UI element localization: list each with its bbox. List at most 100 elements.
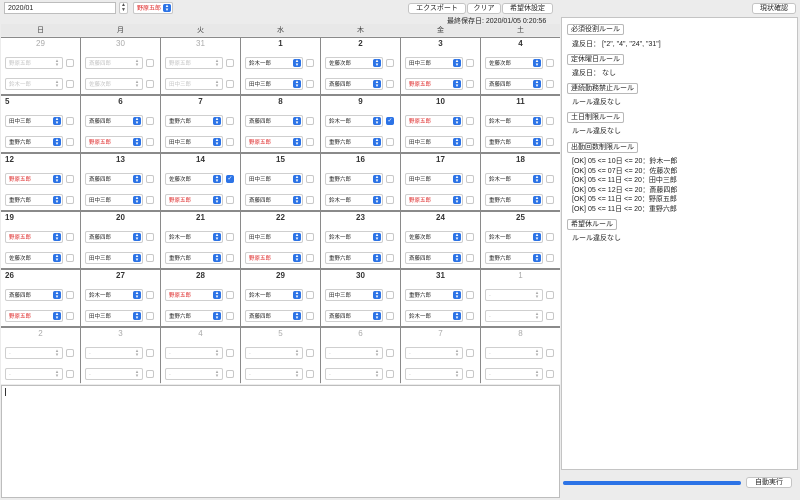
staff-dropdown[interactable]: 野原五郎 ▴ ▾ [5,57,63,69]
staff-dropdown[interactable]: 鈴木一郎 ▴ ▾ [325,194,383,206]
staff-dropdown[interactable]: 野原五郎 ▴ ▾ [165,57,223,69]
holiday-checkbox[interactable] [146,370,154,378]
staff-dropdown[interactable]: 重野六郎 ▴ ▾ [325,173,383,185]
staff-dropdown[interactable]: 鈴木一郎 ▴ ▾ [5,78,63,90]
staff-dropdown[interactable]: 斎藤四郎 ▴ ▾ [85,115,143,127]
staff-dropdown[interactable]: 佐藤次郎 ▴ ▾ [165,173,223,185]
staff-dropdown[interactable]: 重野六郎 ▴ ▾ [485,136,543,148]
check-status-button[interactable]: 現状確認 [752,3,796,14]
holiday-checkbox[interactable] [146,349,154,357]
holiday-checkbox[interactable] [66,370,74,378]
holiday-checkbox[interactable] [466,80,474,88]
staff-dropdown[interactable]: 斎藤四郎 ▴ ▾ [245,115,303,127]
holiday-checkbox[interactable] [466,254,474,262]
holiday-checkbox[interactable] [66,175,74,183]
holiday-checkbox[interactable] [386,233,394,241]
holiday-checkbox[interactable] [66,291,74,299]
staff-dropdown[interactable]: - ▴ ▾ [5,368,63,380]
holiday-checkbox[interactable] [226,370,234,378]
holiday-checkbox[interactable] [306,370,314,378]
staff-dropdown[interactable]: 斎藤四郎 ▴ ▾ [485,78,543,90]
holiday-checkbox[interactable] [546,138,554,146]
staff-dropdown[interactable]: - ▴ ▾ [485,289,543,301]
staff-dropdown[interactable]: - ▴ ▾ [245,368,303,380]
holiday-checkbox[interactable] [146,175,154,183]
auto-run-button[interactable]: 自動実行 [746,477,792,488]
holiday-checkbox[interactable] [226,80,234,88]
holiday-checkbox[interactable] [66,233,74,241]
holiday-checkbox[interactable] [386,138,394,146]
staff-dropdown[interactable]: - ▴ ▾ [485,347,543,359]
staff-dropdown[interactable]: 田中三郎 ▴ ▾ [405,136,463,148]
staff-dropdown[interactable]: 重野六郎 ▴ ▾ [485,194,543,206]
holiday-checkbox[interactable] [306,349,314,357]
holiday-checkbox[interactable] [146,233,154,241]
holiday-checkbox[interactable] [66,59,74,67]
staff-dropdown[interactable]: 斎藤四郎 ▴ ▾ [325,310,383,322]
staff-dropdown[interactable]: 重野六郎 ▴ ▾ [165,252,223,264]
staff-dropdown[interactable]: 鈴木一郎 ▴ ▾ [245,57,303,69]
staff-dropdown[interactable]: 鈴木一郎 ▴ ▾ [485,173,543,185]
staff-dropdown[interactable]: - ▴ ▾ [485,368,543,380]
holiday-checkbox[interactable]: ✓ [226,175,234,183]
staff-dropdown[interactable]: 鈴木一郎 ▴ ▾ [325,115,383,127]
holiday-request-rule-button[interactable]: 希望休ルール [567,219,617,230]
staff-dropdown[interactable]: 重野六郎 ▴ ▾ [165,115,223,127]
holiday-checkbox[interactable] [466,312,474,320]
holiday-setting-button[interactable]: 希望休設定 [502,3,553,14]
holiday-checkbox[interactable] [546,370,554,378]
staff-dropdown[interactable]: 斎藤四郎 ▴ ▾ [5,289,63,301]
holiday-checkbox[interactable] [146,196,154,204]
holiday-checkbox[interactable] [306,117,314,125]
staff-dropdown[interactable]: 野原五郎 ▴ ▾ [245,252,303,264]
staff-dropdown[interactable]: - ▴ ▾ [165,368,223,380]
staff-dropdown[interactable]: 鈴木一郎 ▴ ▾ [245,289,303,301]
staff-dropdown[interactable]: - ▴ ▾ [245,347,303,359]
holiday-checkbox[interactable] [66,138,74,146]
holiday-checkbox[interactable] [66,254,74,262]
holiday-checkbox[interactable] [146,138,154,146]
holiday-checkbox[interactable] [386,349,394,357]
holiday-checkbox[interactable] [546,196,554,204]
holiday-checkbox[interactable] [386,59,394,67]
holiday-checkbox[interactable] [546,175,554,183]
holiday-checkbox[interactable] [66,80,74,88]
staff-dropdown[interactable]: 田中三郎 ▴ ▾ [85,194,143,206]
month-input[interactable]: 2020/01 [4,2,116,14]
holiday-checkbox[interactable] [226,254,234,262]
holiday-checkbox[interactable] [546,349,554,357]
staff-dropdown[interactable]: 鈴木一郎 ▴ ▾ [485,231,543,243]
holiday-checkbox[interactable] [146,254,154,262]
holiday-checkbox[interactable] [466,370,474,378]
required-role-rule-button[interactable]: 必須役割ルール [567,24,624,35]
holiday-checkbox[interactable] [146,312,154,320]
staff-dropdown[interactable]: 斎藤四郎 ▴ ▾ [245,310,303,322]
holiday-checkbox[interactable] [386,370,394,378]
holiday-checkbox[interactable] [226,233,234,241]
staff-dropdown[interactable]: 田中三郎 ▴ ▾ [85,310,143,322]
staff-dropdown[interactable]: 重野六郎 ▴ ▾ [165,310,223,322]
holiday-checkbox[interactable] [306,233,314,241]
staff-dropdown[interactable]: 鈴木一郎 ▴ ▾ [325,231,383,243]
staff-dropdown[interactable]: 田中三郎 ▴ ▾ [165,136,223,148]
staff-dropdown[interactable]: 野原五郎 ▴ ▾ [405,78,463,90]
staff-dropdown[interactable]: 田中三郎 ▴ ▾ [405,173,463,185]
staff-dropdown[interactable]: 重野六郎 ▴ ▾ [485,252,543,264]
holiday-checkbox[interactable] [546,254,554,262]
staff-dropdown[interactable]: 田中三郎 ▴ ▾ [165,78,223,90]
staff-dropdown[interactable]: 野原五郎 ▴ ▾ [85,136,143,148]
staff-dropdown[interactable]: 斎藤四郎 ▴ ▾ [325,78,383,90]
holiday-checkbox[interactable] [306,59,314,67]
holiday-checkbox[interactable] [226,117,234,125]
staff-dropdown[interactable]: 斎藤四郎 ▴ ▾ [85,57,143,69]
staff-dropdown[interactable]: 斎藤四郎 ▴ ▾ [245,194,303,206]
holiday-checkbox[interactable] [146,117,154,125]
staff-dropdown[interactable]: - ▴ ▾ [325,368,383,380]
holiday-checkbox[interactable] [546,312,554,320]
staff-dropdown[interactable]: 佐藤次郎 ▴ ▾ [325,57,383,69]
staff-dropdown[interactable]: 野原五郎 ▴ ▾ [245,136,303,148]
export-button[interactable]: エクスポート [408,3,466,14]
holiday-checkbox[interactable] [66,117,74,125]
staff-dropdown[interactable]: 鈴木一郎 ▴ ▾ [405,310,463,322]
holiday-checkbox[interactable] [466,117,474,125]
